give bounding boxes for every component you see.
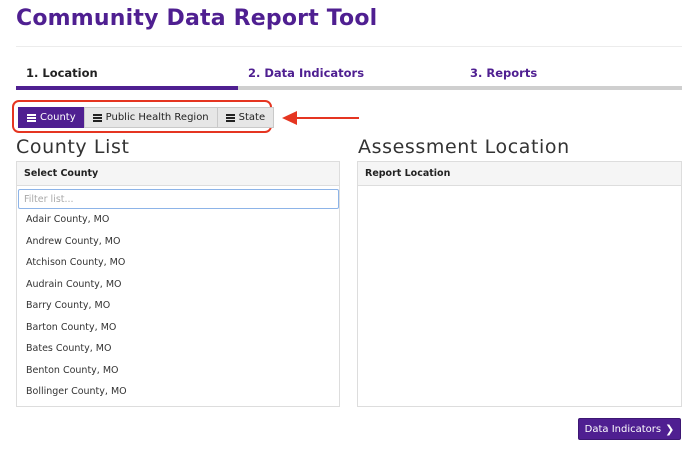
county-select-panel: Select County Adair County, MO Andrew Co… <box>16 161 340 407</box>
tab-reports-label: 3. Reports <box>470 66 538 80</box>
list-icon <box>225 113 235 122</box>
county-list-item[interactable]: Adair County, MO <box>17 212 339 234</box>
step-tabs: 1. Location 2. Data Indicators 3. Report… <box>16 60 682 90</box>
county-list: Adair County, MO Andrew County, MO Atchi… <box>17 212 339 406</box>
state-toggle-button[interactable]: State <box>216 107 275 128</box>
county-toggle-button[interactable]: County <box>18 107 85 128</box>
report-location-panel: Report Location <box>357 161 682 407</box>
county-list-heading: County List <box>16 136 130 158</box>
county-list-item[interactable]: Benton County, MO <box>17 363 339 385</box>
county-toggle-label: County <box>40 112 76 123</box>
county-list-item[interactable]: Atchison County, MO <box>17 255 339 277</box>
tab-location-label: 1. Location <box>26 66 98 80</box>
region-toggle-button[interactable]: Public Health Region <box>83 107 218 128</box>
county-list-item[interactable]: Audrain County, MO <box>17 277 339 299</box>
tab-location[interactable]: 1. Location <box>16 60 238 90</box>
tab-reports-indicator <box>460 86 682 90</box>
tab-location-indicator <box>16 86 238 90</box>
title-divider <box>16 46 682 47</box>
page-title: Community Data Report Tool <box>16 6 378 31</box>
county-list-item[interactable]: Bates County, MO <box>17 341 339 363</box>
tab-data-indicators-label: 2. Data Indicators <box>248 66 365 80</box>
chevron-right-icon: ❯ <box>665 422 675 436</box>
county-list-item[interactable]: Barton County, MO <box>17 320 339 342</box>
annotation-arrow-icon <box>282 111 359 125</box>
county-filter-input[interactable] <box>18 189 339 209</box>
tab-data-indicators[interactable]: 2. Data Indicators <box>238 60 460 90</box>
data-indicators-button-label: Data Indicators <box>584 423 662 435</box>
list-icon <box>27 113 36 122</box>
county-list-item[interactable]: Bollinger County, MO <box>17 384 339 406</box>
tab-reports[interactable]: 3. Reports <box>460 60 682 90</box>
geography-toggle-group: County Public Health Region State <box>18 107 275 128</box>
state-toggle-label: State <box>238 112 266 123</box>
list-icon <box>92 113 102 122</box>
data-indicators-button[interactable]: Data Indicators ❯ <box>578 418 681 440</box>
report-location-header: Report Location <box>358 162 681 186</box>
county-list-item[interactable]: Andrew County, MO <box>17 234 339 256</box>
region-toggle-label: Public Health Region <box>105 112 209 123</box>
select-county-header: Select County <box>17 162 339 186</box>
assessment-location-heading: Assessment Location <box>358 136 570 158</box>
tab-data-indicators-indicator <box>238 86 460 90</box>
county-list-item[interactable]: Barry County, MO <box>17 298 339 320</box>
